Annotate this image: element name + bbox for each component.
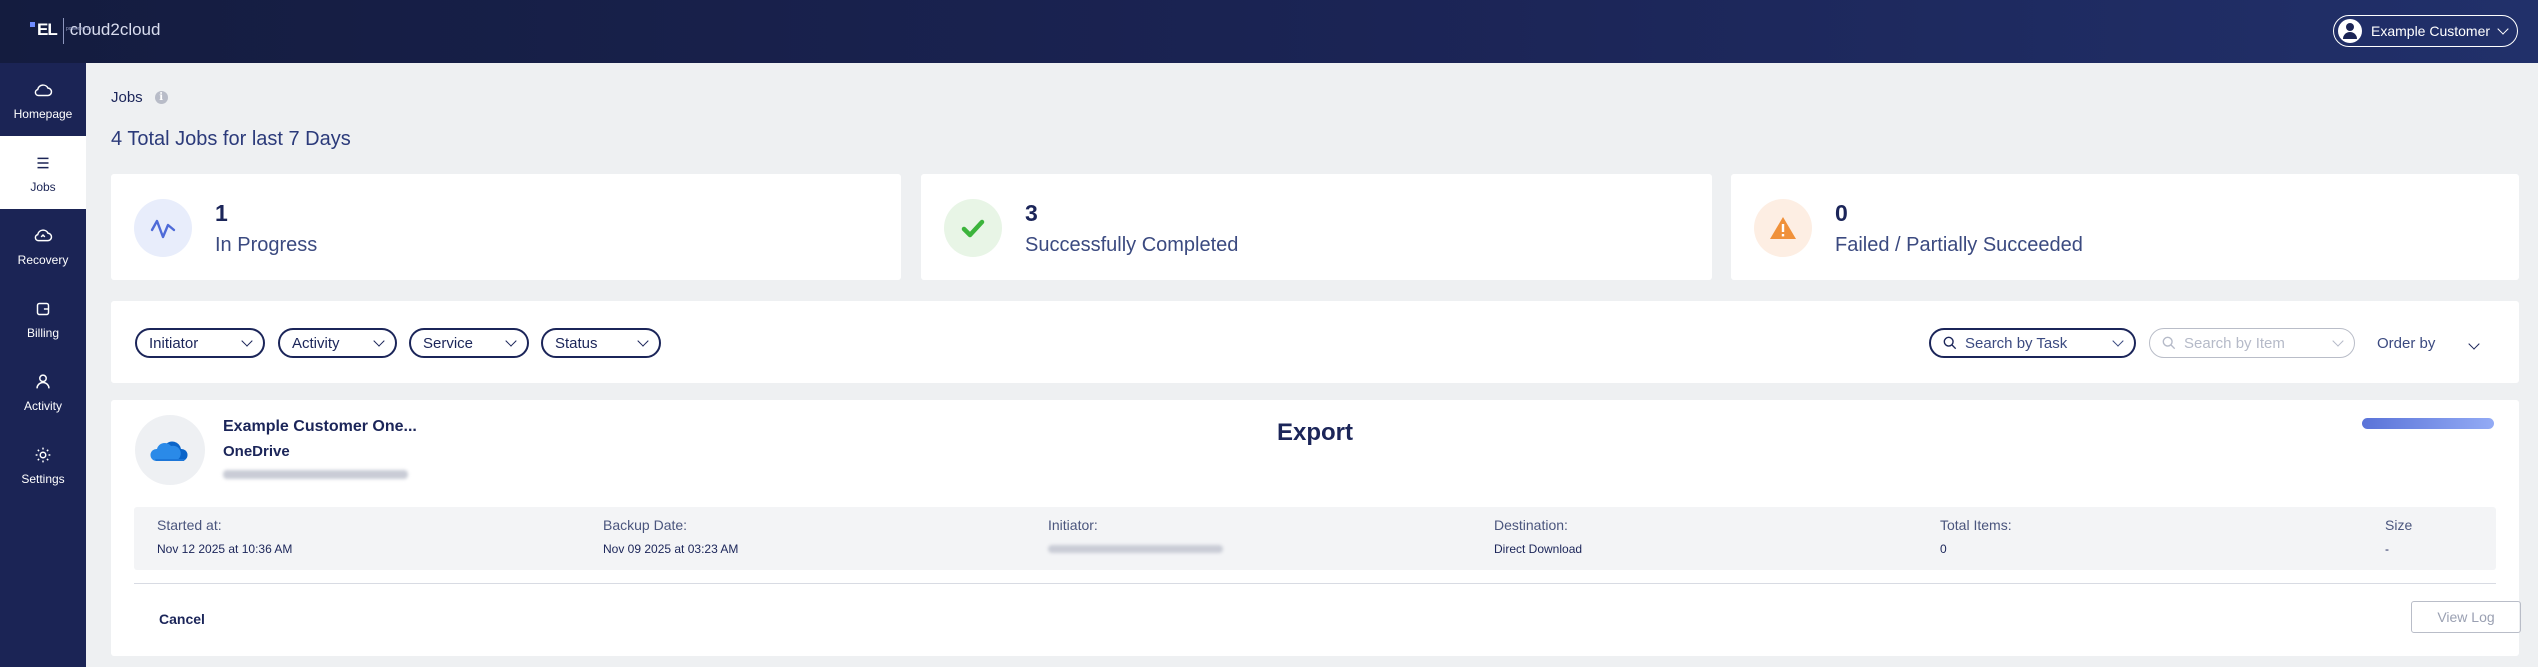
service-filter[interactable]: Service (409, 328, 529, 358)
detail-label: Started at: (157, 517, 222, 533)
filter-label: Service (423, 334, 474, 352)
stat-label: Successfully Completed (1025, 234, 1239, 256)
onedrive-icon (135, 415, 205, 485)
sidebar-item-homepage[interactable]: Homepage (0, 63, 86, 136)
stat-value: 3 (1025, 200, 1038, 226)
search-task-input[interactable]: Search by Task (1929, 328, 2136, 358)
detail-label: Backup Date: (603, 517, 688, 533)
search-item-placeholder: Search by Item (2184, 334, 2285, 352)
top-bar: EL cloud2cloud powered by Example Custom… (0, 0, 2538, 63)
cancel-button[interactable]: Cancel (159, 611, 205, 627)
detail-total-items: Total Items: 0 (1940, 517, 2012, 556)
main-content: Jobs i 4 Total Jobs for last 7 Days 1 In… (86, 63, 2538, 667)
detail-label: Size (2385, 517, 2413, 533)
redacted-initiator (1048, 545, 1223, 553)
sidebar-item-label: Homepage (13, 106, 73, 121)
logo-separator (62, 18, 64, 44)
job-details: Started at: Nov 12 2025 at 10:36 AM Back… (134, 507, 2496, 570)
order-by-dropdown[interactable] (2468, 335, 2480, 353)
sidebar-item-recovery[interactable]: Recovery (0, 209, 86, 282)
detail-value: Nov 12 2025 at 10:36 AM (157, 542, 293, 556)
redacted-account (223, 470, 408, 479)
detail-label: Initiator: (1048, 517, 1098, 533)
detail-value: 0 (1940, 542, 1947, 556)
stat-card-in-progress: 1 In Progress (111, 174, 901, 280)
chevron-down-icon (373, 335, 385, 347)
user-menu-button[interactable]: Example Customer (2333, 15, 2518, 47)
detail-destination: Destination: Direct Download (1494, 517, 1582, 556)
sidebar-item-billing[interactable]: Billing (0, 282, 86, 355)
filter-label: Activity (292, 334, 340, 352)
search-task-placeholder: Search by Task (1965, 334, 2068, 352)
status-filter[interactable]: Status (541, 328, 661, 358)
job-name[interactable]: Example Customer One... (223, 418, 417, 436)
chevron-down-icon (2332, 335, 2344, 347)
user-avatar-icon (2338, 19, 2362, 43)
stat-value: 0 (1835, 200, 1848, 226)
sidebar-item-label: Recovery (17, 252, 69, 267)
chevron-down-icon (505, 335, 517, 347)
search-icon (2162, 336, 2176, 350)
stat-card-failed: 0 Failed / Partially Succeeded (1731, 174, 2519, 280)
search-item-input[interactable]: Search by Item (2149, 328, 2355, 358)
initiator-filter[interactable]: Initiator (135, 328, 265, 358)
detail-started-at: Started at: Nov 12 2025 at 10:36 AM (157, 517, 292, 556)
sidebar-item-label: Jobs (30, 179, 56, 194)
order-by-label[interactable]: Order by (2377, 335, 2435, 352)
logo-mark: EL (30, 20, 58, 40)
job-type: Export (1277, 419, 1354, 446)
stat-label: Failed / Partially Succeeded (1835, 234, 2083, 256)
filter-label: Status (555, 334, 598, 352)
sidebar-item-settings[interactable]: Settings (0, 428, 86, 501)
chevron-down-icon (637, 335, 649, 347)
list-icon (32, 152, 54, 174)
chevron-down-icon (2112, 335, 2124, 347)
activity-icon (134, 199, 192, 257)
chevron-down-icon (241, 335, 253, 347)
sidebar-item-label: Activity (23, 398, 62, 413)
filter-label: Initiator (149, 334, 199, 352)
divider (134, 583, 2496, 584)
search-icon (1943, 336, 1957, 350)
detail-label: Destination: (1494, 517, 1568, 533)
chevron-down-icon (2468, 338, 2480, 350)
job-card: Example Customer One... OneDrive Export … (111, 400, 2521, 656)
cloud-restore-icon (32, 225, 54, 247)
detail-initiator: Initiator: (1048, 517, 1223, 553)
detail-value: - (2385, 542, 2389, 556)
logo-subtitle: powered by (66, 26, 92, 32)
app-logo[interactable]: EL cloud2cloud (30, 16, 160, 50)
warning-icon (1754, 199, 1812, 257)
cloud-icon (32, 79, 54, 101)
progress-bar (2362, 418, 2494, 429)
detail-backup-date: Backup Date: Nov 09 2025 at 03:23 AM (603, 517, 738, 556)
activity-filter[interactable]: Activity (278, 328, 397, 358)
user-name: Example Customer (2371, 23, 2491, 39)
sidebar-item-activity[interactable]: Activity (0, 355, 86, 428)
chevron-down-icon (2497, 23, 2509, 35)
view-log-button[interactable]: View Log (2411, 601, 2521, 633)
stat-card-completed: 3 Successfully Completed (921, 174, 1712, 280)
stat-label: In Progress (215, 234, 318, 256)
detail-size: Size - (2385, 517, 2412, 556)
wallet-icon (32, 298, 54, 320)
detail-label: Total Items: (1940, 517, 2012, 533)
stat-value: 1 (215, 200, 228, 226)
sidebar-item-jobs[interactable]: Jobs (0, 136, 86, 209)
checkmark-icon (944, 199, 1002, 257)
sidebar-item-label: Settings (21, 471, 65, 486)
jobs-summary: 4 Total Jobs for last 7 Days (111, 128, 351, 150)
sidebar-item-label: Billing (26, 325, 59, 340)
detail-value: Nov 09 2025 at 03:23 AM (603, 542, 739, 556)
info-icon[interactable]: i (154, 91, 168, 104)
page-title-text: Jobs (111, 89, 143, 106)
gear-icon (32, 444, 54, 466)
job-service: OneDrive (223, 443, 290, 460)
page-title: Jobs i (111, 89, 168, 106)
filter-bar: Initiator Activity Service Status Search… (111, 301, 2519, 383)
sidebar: Homepage Jobs Recovery Billing Activity … (0, 63, 86, 667)
detail-value: Direct Download (1494, 542, 1583, 556)
user-icon (32, 371, 54, 393)
